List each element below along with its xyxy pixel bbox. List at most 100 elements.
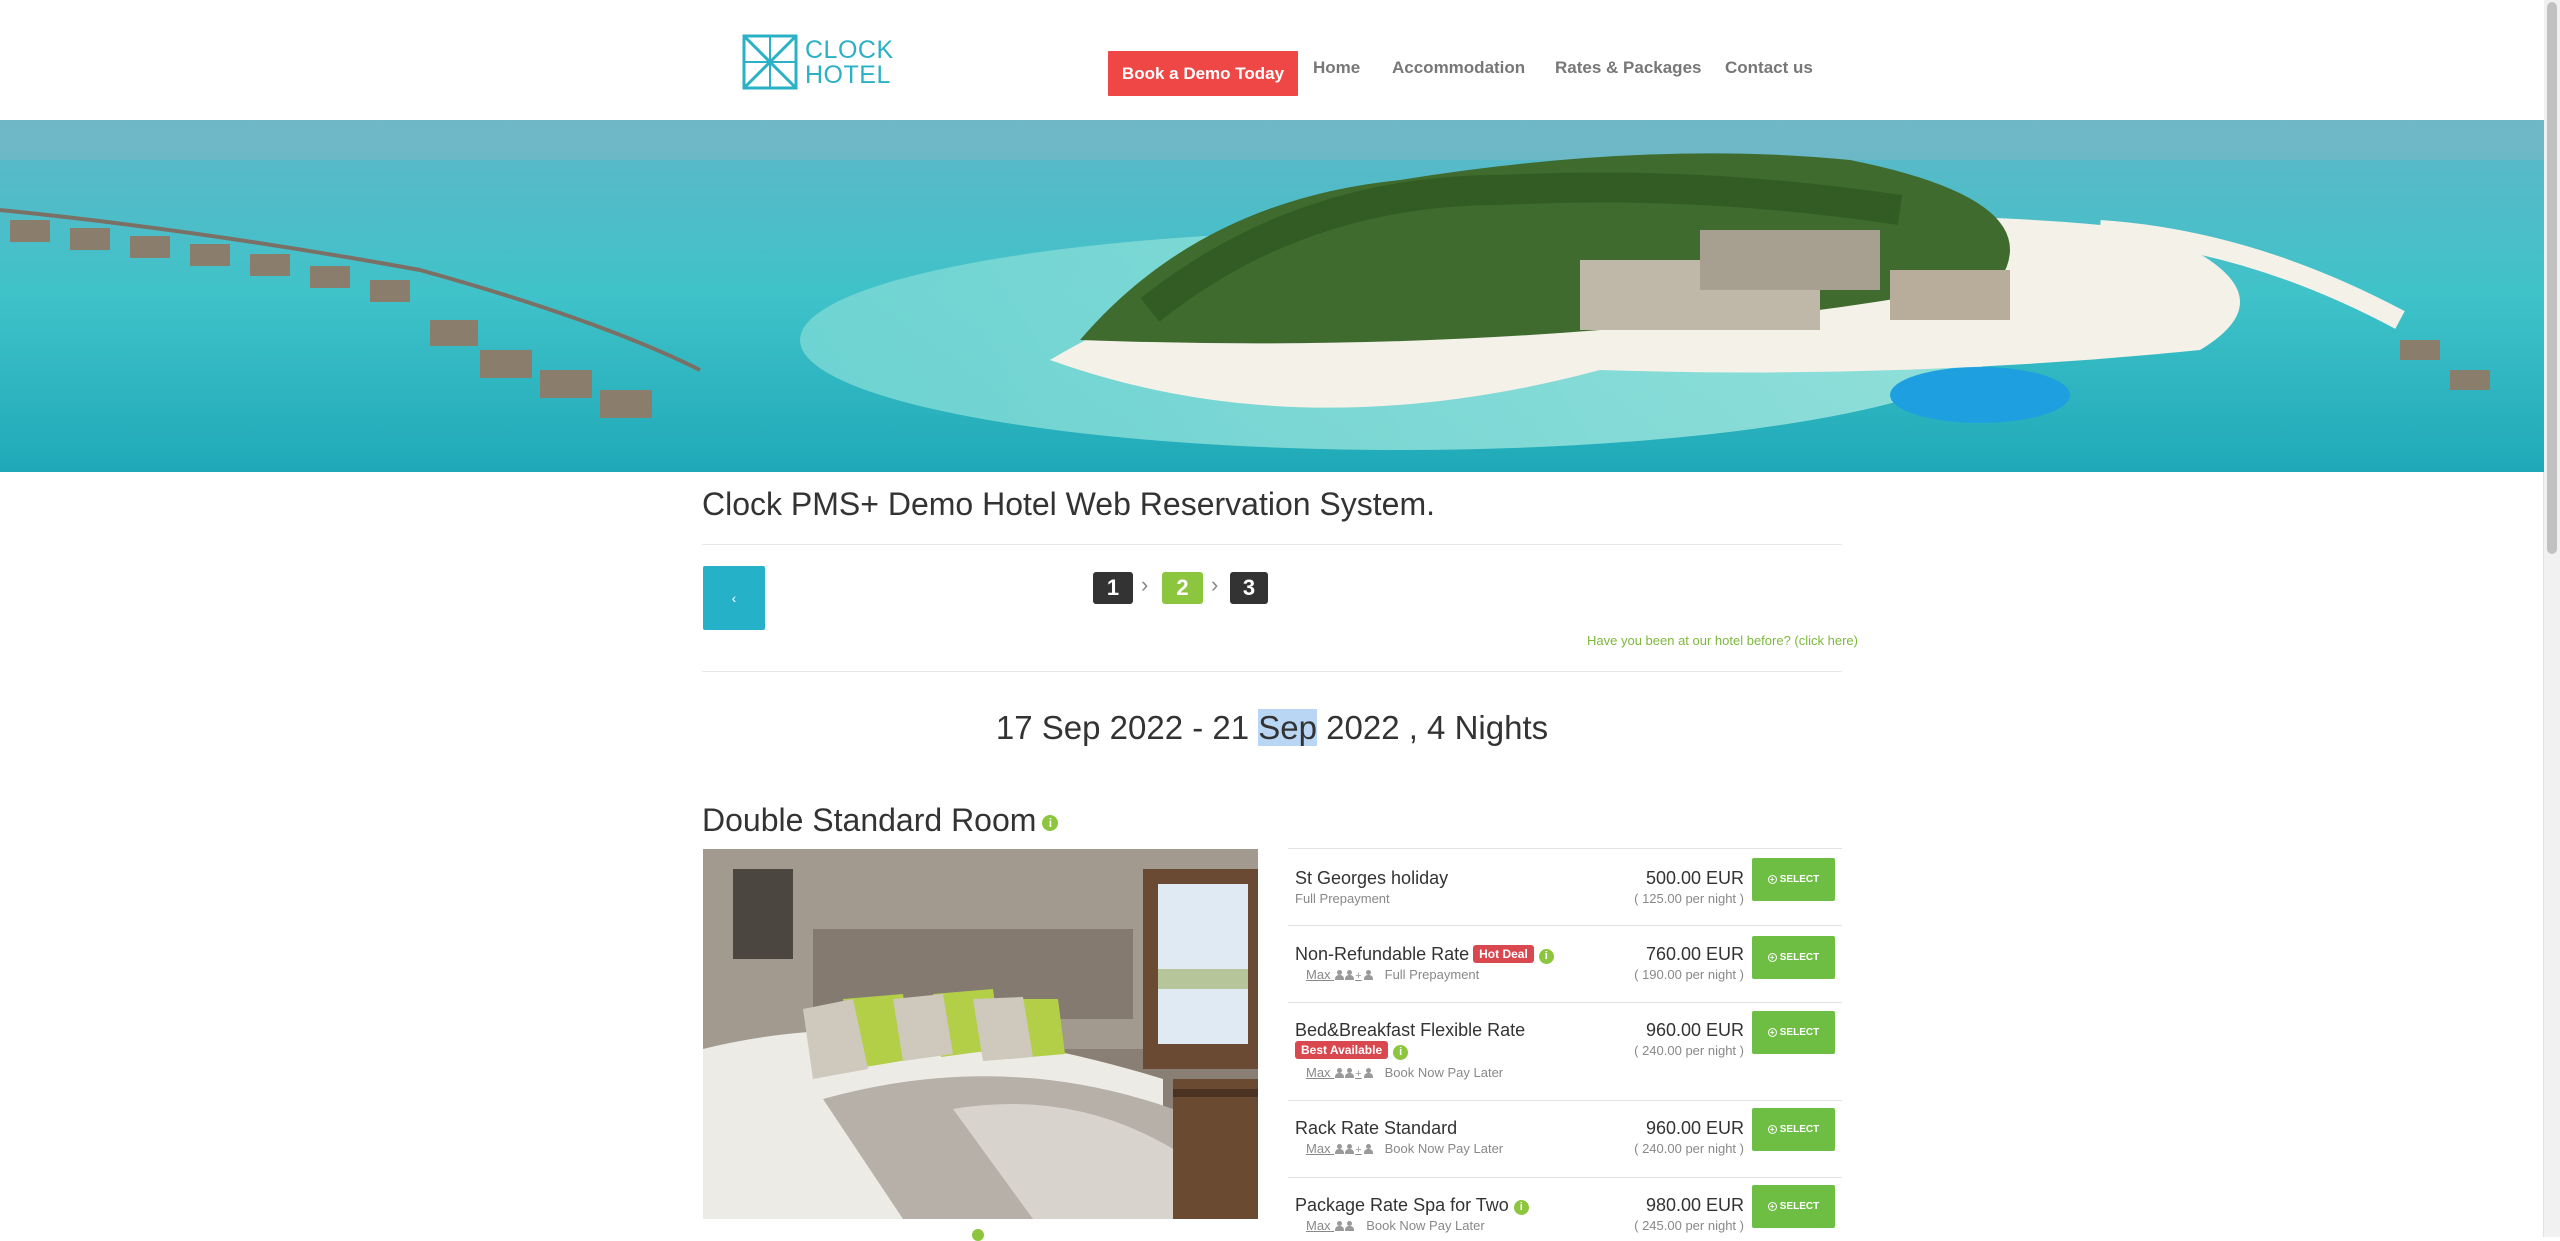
info-icon[interactable]: i bbox=[1513, 1200, 1529, 1215]
select-rate-button[interactable]: + SELECT bbox=[1752, 1185, 1835, 1228]
max-label: Max bbox=[1306, 1218, 1331, 1233]
returning-guest-link[interactable]: Have you been at our hotel before? (clic… bbox=[1587, 633, 1858, 648]
rate-name-line: Package Rate Spa for Two i bbox=[1295, 1195, 1529, 1216]
rate-per-night: ( 240.00 per night ) bbox=[1634, 1141, 1744, 1156]
rate-name: Package Rate Spa for Two bbox=[1295, 1195, 1509, 1215]
rate-occupancy-line: Max + Book Now Pay Later bbox=[1306, 1065, 1503, 1080]
room-photo[interactable] bbox=[703, 849, 1258, 1219]
adult-icon bbox=[1345, 1221, 1355, 1231]
nav-accommodation[interactable]: Accommodation bbox=[1392, 58, 1525, 78]
rate-payment-plan: Book Now Pay Later bbox=[1384, 1141, 1504, 1156]
rate-row: Bed&Breakfast Flexible Rate Best Availab… bbox=[1288, 1002, 1842, 1100]
info-icon[interactable]: i bbox=[1393, 1045, 1409, 1060]
select-label: SELECT bbox=[1779, 874, 1820, 885]
rate-payment-plan: Book Now Pay Later bbox=[1384, 1065, 1504, 1080]
page-title: Clock PMS+ Demo Hotel Web Reservation Sy… bbox=[702, 486, 1435, 522]
photo-pagination-dot[interactable] bbox=[972, 1229, 984, 1241]
book-demo-button[interactable]: Book a Demo Today bbox=[1108, 51, 1298, 96]
rate-per-night: ( 245.00 per night ) bbox=[1634, 1218, 1744, 1233]
max-label: Max bbox=[1306, 1141, 1331, 1156]
rate-name: St Georges holiday bbox=[1295, 868, 1449, 888]
logo-line-2: HOTEL bbox=[805, 61, 891, 89]
page-scrollbar[interactable] bbox=[2543, 0, 2560, 1237]
nav-home[interactable]: Home bbox=[1313, 58, 1360, 78]
rate-name: Rack Rate Standard bbox=[1295, 1118, 1458, 1138]
rate-payment-plan: Full Prepayment bbox=[1384, 967, 1480, 982]
max-occupancy[interactable]: Max + bbox=[1306, 967, 1373, 982]
dates-selected-text: Sep bbox=[1258, 709, 1317, 746]
rate-price: 500.00 EUR bbox=[1645, 868, 1744, 888]
adult-icon bbox=[1335, 970, 1345, 980]
rate-per-night: ( 240.00 per night ) bbox=[1634, 1043, 1744, 1058]
hotel-logo[interactable]: CLOCK HOTEL bbox=[742, 34, 893, 92]
plus-circle-icon: + bbox=[1767, 1028, 1777, 1037]
plus-circle-icon: + bbox=[1767, 953, 1777, 962]
rate-occupancy-line: Max + Full Prepayment bbox=[1306, 967, 1479, 982]
rate-price: 960.00 EUR bbox=[1645, 1118, 1744, 1138]
select-rate-button[interactable]: + SELECT bbox=[1752, 858, 1835, 901]
clock-logo-icon bbox=[742, 34, 798, 90]
hero-banner-image bbox=[0, 120, 2544, 472]
divider bbox=[702, 671, 1842, 672]
child-icon bbox=[1363, 970, 1373, 980]
nav-rates-packages[interactable]: Rates & Packages bbox=[1555, 58, 1701, 78]
max-occupancy[interactable]: Max bbox=[1306, 1218, 1355, 1233]
adult-icon bbox=[1345, 1144, 1355, 1154]
select-rate-button[interactable]: + SELECT bbox=[1752, 1011, 1835, 1054]
plus-circle-icon: + bbox=[1767, 1125, 1777, 1134]
info-icon[interactable]: i bbox=[1538, 949, 1554, 964]
stay-dates: 17 Sep 2022 - 21 Sep 2022 , 4 Nights bbox=[0, 709, 2544, 747]
step-3[interactable]: 3 bbox=[1230, 572, 1268, 604]
max-label: Max bbox=[1306, 1065, 1331, 1080]
rate-row: Package Rate Spa for Two i Max Book Now P… bbox=[1288, 1177, 1842, 1238]
rate-price: 960.00 EUR bbox=[1645, 1020, 1744, 1040]
select-label: SELECT bbox=[1779, 1124, 1820, 1135]
info-icon[interactable]: i bbox=[1042, 814, 1059, 831]
plus-icon: + bbox=[1355, 1068, 1362, 1080]
select-label: SELECT bbox=[1779, 1201, 1820, 1212]
chevron-right-icon: › bbox=[1211, 572, 1219, 597]
scrollbar-thumb[interactable] bbox=[2547, 2, 2557, 554]
logo-text: CLOCK HOTEL bbox=[805, 38, 894, 88]
plus-circle-icon: + bbox=[1767, 875, 1777, 884]
select-rate-button[interactable]: + SELECT bbox=[1752, 936, 1835, 979]
rate-occupancy-line: Max Book Now Pay Later bbox=[1306, 1218, 1485, 1233]
site-header: CLOCK HOTEL Book a Demo Today Home Accom… bbox=[0, 0, 2544, 120]
plus-circle-icon: + bbox=[1767, 1202, 1777, 1211]
rate-row: St Georges holiday Full Prepayment 500.0… bbox=[1288, 848, 1842, 925]
child-icon bbox=[1363, 1144, 1373, 1154]
child-icon bbox=[1363, 1068, 1373, 1078]
plus-icon: + bbox=[1355, 1144, 1362, 1156]
rate-price: 980.00 EUR bbox=[1645, 1195, 1744, 1215]
back-button[interactable]: ‹ bbox=[703, 566, 765, 630]
plus-icon: + bbox=[1355, 970, 1362, 982]
rate-row: Rack Rate Standard Max + Book Now Pay Lat… bbox=[1288, 1100, 1842, 1177]
rate-payment-plan: Full Prepayment bbox=[1295, 891, 1390, 906]
rate-per-night: ( 125.00 per night ) bbox=[1634, 891, 1744, 906]
adult-icon bbox=[1335, 1144, 1345, 1154]
rate-price: 760.00 EUR bbox=[1645, 944, 1744, 964]
step-1[interactable]: 1 bbox=[1093, 572, 1133, 604]
best-available-badge: Best Available bbox=[1295, 1041, 1389, 1059]
room-title: Double Standard Room i bbox=[702, 802, 1059, 839]
dates-start: 17 Sep 2022 - 21 bbox=[995, 709, 1259, 746]
rate-payment-plan: Book Now Pay Later bbox=[1366, 1218, 1485, 1233]
logo-line-1: CLOCK bbox=[805, 36, 894, 64]
chevron-right-icon: › bbox=[1141, 572, 1149, 597]
room-name: Double Standard Room bbox=[702, 802, 1037, 838]
adult-icon bbox=[1345, 970, 1355, 980]
max-occupancy[interactable]: Max + bbox=[1306, 1141, 1373, 1156]
select-rate-button[interactable]: + SELECT bbox=[1752, 1108, 1835, 1151]
step-2-active[interactable]: 2 bbox=[1162, 572, 1203, 604]
select-label: SELECT bbox=[1779, 1027, 1820, 1038]
adult-icon bbox=[1335, 1068, 1345, 1078]
rate-per-night: ( 190.00 per night ) bbox=[1634, 967, 1744, 982]
rate-row: Non-Refundable Rate Hot Deal i Max + Full P… bbox=[1288, 925, 1842, 1002]
rate-list: St Georges holiday Full Prepayment 500.0… bbox=[1288, 848, 1842, 1238]
divider bbox=[702, 544, 1842, 545]
max-occupancy[interactable]: Max + bbox=[1306, 1065, 1373, 1080]
rate-badge-line: Best Available i bbox=[1295, 1041, 1409, 1060]
adult-icon bbox=[1335, 1221, 1345, 1231]
nav-contact-us[interactable]: Contact us bbox=[1725, 58, 1813, 78]
rate-name-line: Non-Refundable Rate Hot Deal i bbox=[1295, 944, 1554, 965]
